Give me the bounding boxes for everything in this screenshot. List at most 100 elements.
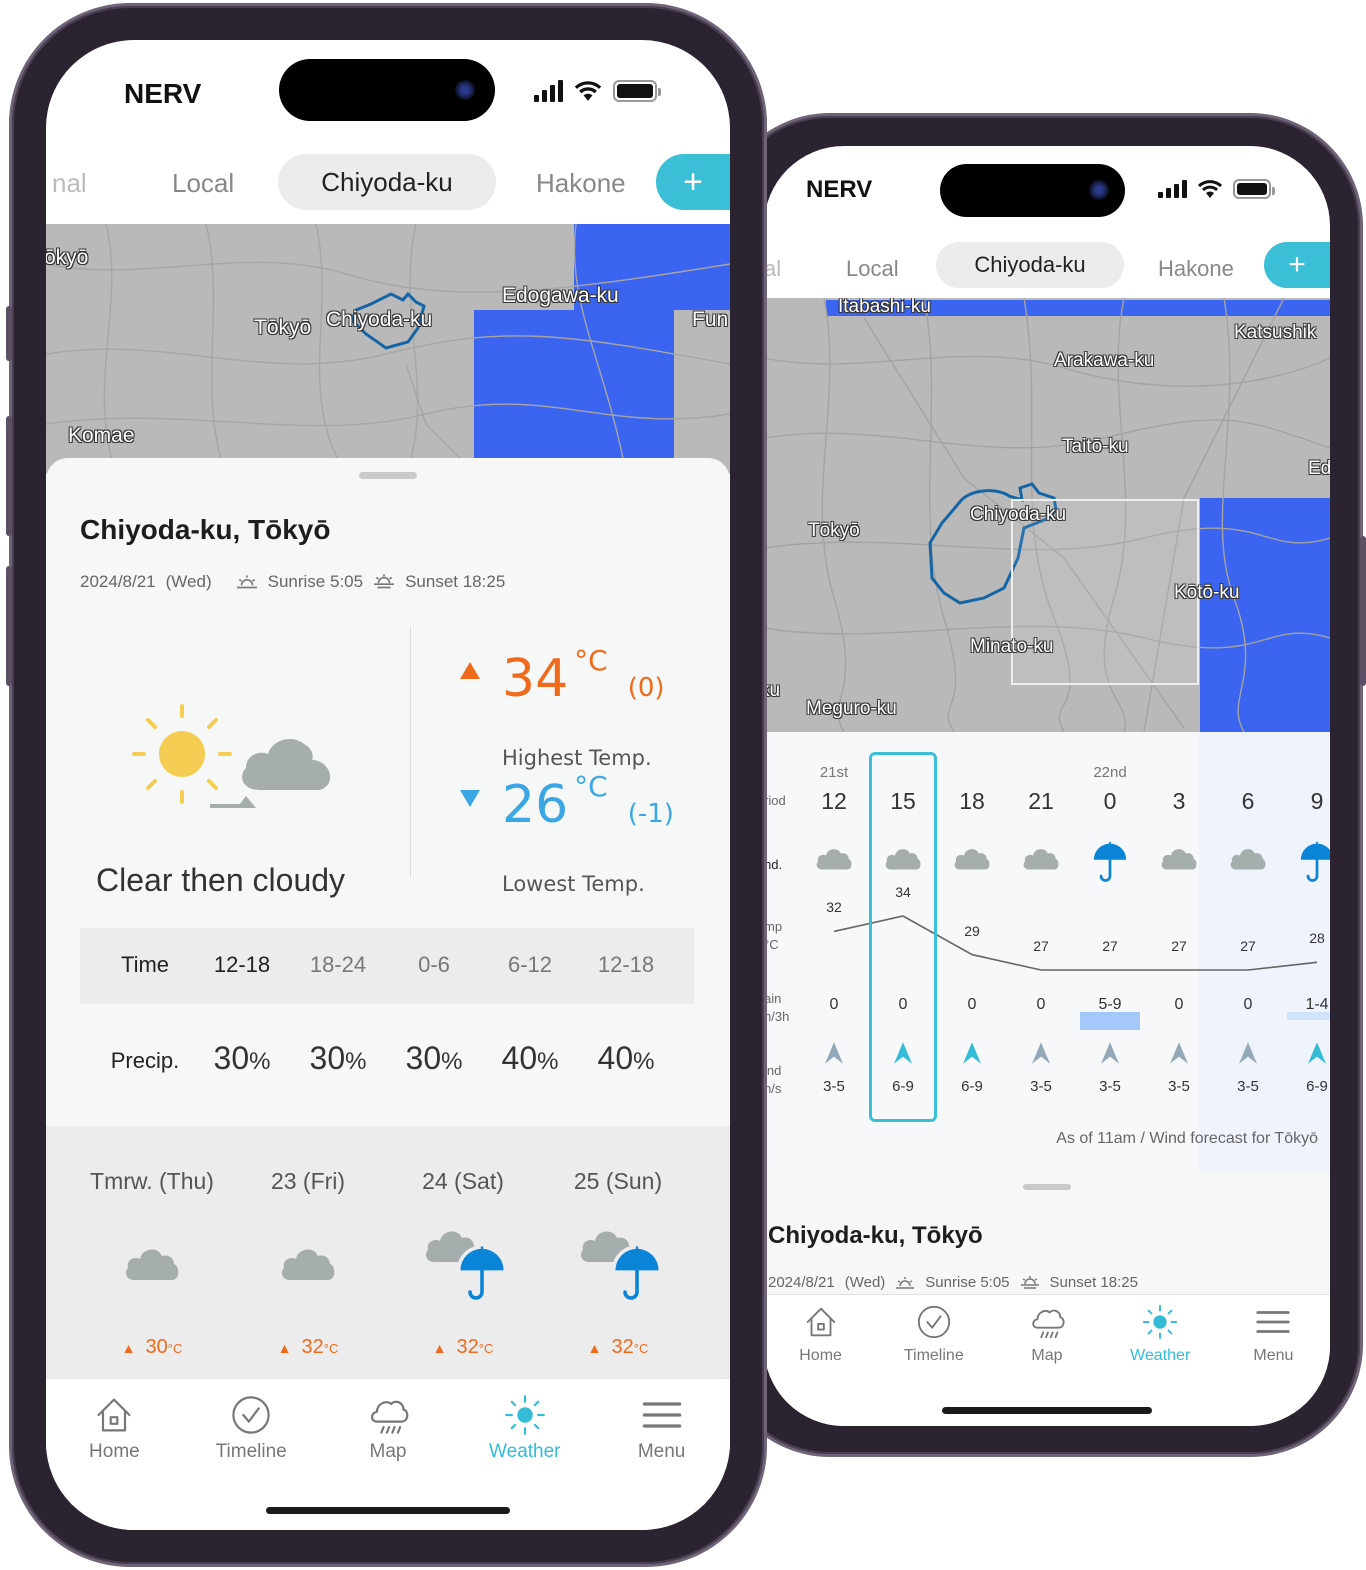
sun-then-cloud-icon — [132, 704, 331, 808]
tab-national[interactable]: nal — [52, 168, 87, 199]
timeline-check-icon — [915, 1303, 953, 1346]
hour-column[interactable]: 21st 12 32 0 3-5 — [804, 764, 864, 1144]
precip-unit: % — [249, 1048, 271, 1075]
rain-value: 0 — [1243, 996, 1253, 1013]
umbrella-icon — [1299, 840, 1330, 885]
map-label: Edogawa-ku — [502, 284, 619, 307]
tab-bar-item-home[interactable]: Home — [764, 1295, 877, 1426]
weather-description: Clear then cloudy — [96, 862, 346, 898]
day-high-temp: ▲ 32°C — [233, 1336, 383, 1359]
camera-icon — [455, 80, 475, 100]
add-location-button[interactable]: + — [1264, 242, 1330, 288]
high-arrow-icon: ▲ — [277, 1340, 292, 1356]
high-temp-diff: (0) — [627, 673, 665, 703]
map-label: Fun — [692, 308, 729, 331]
tab-national[interactable]: al — [764, 256, 781, 282]
sunrise-text: Sunrise 5:05 — [267, 572, 364, 591]
high-temp-value: 34 — [502, 649, 569, 709]
day-forecast[interactable]: 23 (Fri) ▲ 32°C — [233, 1126, 383, 1384]
time-slot: 18-24 — [309, 952, 367, 977]
precip-unit: % — [537, 1048, 559, 1075]
day-high-unit: °C — [323, 1341, 339, 1356]
temp-value: 27 — [1171, 938, 1187, 954]
map-view[interactable]: Itabashi-ku Katsushik Arakawa-ku Taitō-k… — [764, 298, 1330, 732]
action-button — [6, 306, 12, 361]
cloud-icon — [952, 844, 992, 871]
home-indicator[interactable] — [266, 1507, 510, 1514]
day-forecast[interactable]: Tmrw. (Thu) ▲ 30°C — [77, 1126, 227, 1384]
low-temp-arrow-icon — [460, 790, 480, 807]
day-forecast[interactable]: 25 (Sun) ▲ 32°C — [543, 1126, 693, 1384]
cloud-icon — [1159, 844, 1199, 871]
hour-column[interactable]: 22nd 0 27 5-9 3-5 — [1080, 764, 1140, 1144]
wifi-icon — [574, 81, 602, 101]
sheet-grabber[interactable] — [359, 472, 417, 479]
low-temp-diff: (-1) — [627, 799, 674, 829]
tab-bar-item-menu[interactable]: Menu — [593, 1379, 730, 1530]
day-label: 22nd — [1093, 764, 1127, 781]
rain-amount-bar — [1080, 1012, 1140, 1030]
time-slot: 12-18 — [597, 952, 655, 977]
temp-value: 27 — [1240, 938, 1256, 954]
tab-bar-item-menu[interactable]: Menu — [1217, 1295, 1330, 1426]
precip-value: 40% — [576, 1040, 676, 1077]
wind-direction-icon — [1101, 1042, 1119, 1064]
cloud-icon — [814, 844, 854, 871]
tab-hakone[interactable]: Hakone — [536, 168, 626, 199]
weather-detail-sheet[interactable]: Chiyoda-ku, Tōkyō 2024/8/21 (Wed) Sunris… — [46, 458, 730, 1530]
camera-icon — [1089, 180, 1109, 200]
wind-direction-icon — [963, 1042, 981, 1064]
weekly-forecast[interactable]: Tmrw. (Thu) ▲ 30°C 23 (Fri) ▲ 32°C 24 (Sat) ▲ 32… — [46, 1126, 730, 1384]
location-tabs: nal Local Chiyoda-ku Hakone + — [46, 152, 730, 212]
tab-bar-item-home[interactable]: Home — [46, 1379, 183, 1530]
hour-column[interactable]: 21 27 0 3-5 — [1011, 764, 1071, 1144]
screen-left: NERV nal Local Chiyoda-ku Hakone + ōkyō … — [46, 40, 730, 1530]
high-temp: 34 °C (0) — [502, 644, 665, 709]
day-high-value: 32 — [301, 1336, 324, 1358]
map-label: Ed — [1308, 458, 1330, 479]
home-indicator[interactable] — [942, 1407, 1152, 1414]
sheet-grabber[interactable] — [1023, 1184, 1071, 1190]
sunset-text: Sunset 18:25 — [1049, 1274, 1138, 1291]
temp-value: 32 — [826, 899, 842, 916]
precip-unit: % — [345, 1048, 367, 1075]
high-arrow-icon: ▲ — [432, 1340, 447, 1356]
time-slot: 6-12 — [507, 952, 553, 977]
cloud-icon — [122, 1242, 182, 1282]
date-row: 2024/8/21 (Wed) Sunrise 5:05 Sunset 18:2… — [80, 572, 505, 592]
precip-unit: % — [633, 1048, 655, 1075]
temp-value: 29 — [964, 922, 980, 939]
carrier-label: NERV — [806, 176, 873, 203]
add-location-button[interactable]: + — [656, 154, 730, 210]
map-label: Chiyoda-ku — [326, 308, 433, 331]
sunset-icon — [1020, 1275, 1039, 1289]
map-label: Tōkyō — [254, 316, 312, 339]
map-label: Katsushik — [1234, 322, 1317, 343]
tab-local[interactable]: Local — [846, 256, 899, 282]
tab-local[interactable]: Local — [172, 168, 234, 199]
hour-column[interactable]: 18 29 0 6-9 — [942, 764, 1002, 1144]
hour-column[interactable]: 9 28 1-4 6-9 — [1287, 764, 1330, 1144]
hour-label: 3 — [1172, 788, 1186, 814]
day-high-value: 30 — [145, 1336, 168, 1358]
tab-bar-label: Map — [369, 1441, 407, 1462]
menu-icon — [640, 1393, 684, 1442]
hour-column[interactable]: 6 27 0 3-5 — [1218, 764, 1278, 1144]
map-canvas — [46, 224, 730, 474]
wind-direction-icon — [1308, 1042, 1326, 1064]
tab-hakone[interactable]: Hakone — [1158, 256, 1234, 282]
tab-chiyoda-ku[interactable]: Chiyoda-ku — [278, 154, 496, 210]
day-high-temp: ▲ 30°C — [77, 1336, 227, 1359]
precip-unit: % — [441, 1048, 463, 1075]
status-bar: NERV — [46, 40, 730, 140]
day-high-temp: ▲ 32°C — [388, 1336, 538, 1359]
hourly-forecast[interactable]: riod nd. mp °C ain n/3h ind n/s 21st 12 32… — [764, 732, 1330, 1172]
map-view[interactable]: ōkyō Tōkyō Chiyoda-ku Edogawa-ku Fun Kom… — [46, 224, 730, 474]
hour-column[interactable]: 3 27 0 3-5 — [1149, 764, 1209, 1144]
map-label: Taitō-ku — [1062, 436, 1129, 457]
map-rain-cloud-icon — [1028, 1303, 1066, 1346]
day-forecast[interactable]: 24 (Sat) ▲ 32°C — [388, 1126, 538, 1384]
temp-value: 27 — [1102, 938, 1118, 954]
high-temp-label: Highest Temp. — [502, 746, 652, 770]
tab-chiyoda-ku[interactable]: Chiyoda-ku — [936, 242, 1124, 288]
